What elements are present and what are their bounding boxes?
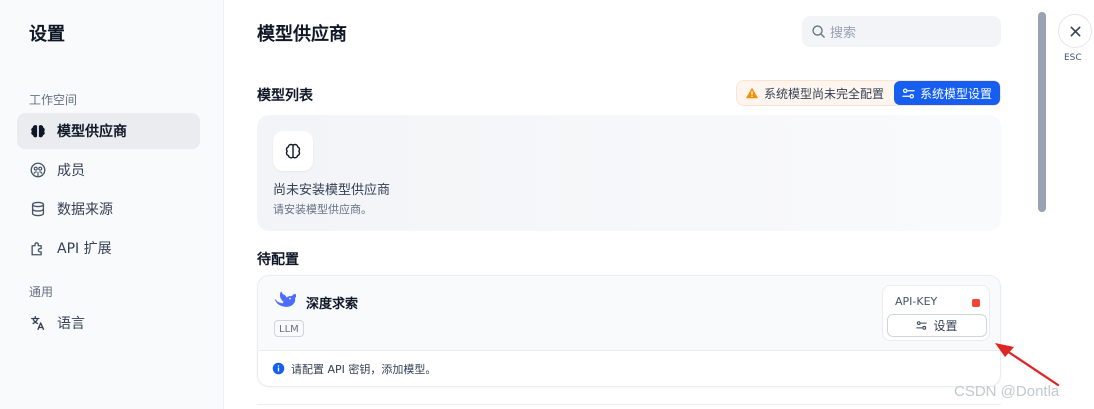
sidebar-item-label: 成员	[57, 163, 85, 179]
sidebar-item-label: API 扩展	[57, 241, 112, 257]
sidebar-item-language[interactable]: 语言	[17, 305, 200, 341]
close-icon	[1070, 26, 1080, 36]
search-icon	[812, 25, 825, 38]
warning-icon	[745, 87, 759, 99]
system-model-settings-button[interactable]: 系统模型设置	[894, 81, 1000, 105]
provider-card-deepseek: 深度求索 LLM API-KEY 设置 请配置 API 密钥，添加模型。	[257, 275, 1001, 387]
sidebar-item-label: 模型供应商	[57, 124, 127, 140]
sidebar-item-model-provider[interactable]: 模型供应商	[17, 113, 200, 149]
sidebar-item-label: 语言	[57, 316, 85, 332]
brain-icon	[31, 125, 45, 138]
deepseek-whale-icon	[274, 291, 296, 307]
esc-hint: ESC	[1064, 53, 1082, 63]
settings-title: 设置	[29, 24, 65, 45]
setup-button-label: 设置	[933, 319, 958, 333]
empty-state-icon-box	[273, 131, 313, 171]
puzzle-icon	[31, 242, 42, 256]
translate-icon	[31, 316, 45, 330]
sidebar-item-api-extension[interactable]: API 扩展	[17, 230, 200, 266]
provider-notice: 请配置 API 密钥，添加模型。	[258, 350, 1000, 386]
sidebar-item-label: 数据来源	[57, 202, 113, 218]
empty-state-card: 尚未安装模型供应商 请安装模型供应商。	[257, 115, 1001, 231]
settings-sliders-icon	[902, 87, 915, 99]
info-icon	[272, 362, 285, 375]
api-key-label: API-KEY	[895, 295, 938, 308]
provider-setup-button[interactable]: 设置	[887, 314, 987, 337]
section-label-workspace: 工作空间	[29, 93, 78, 107]
page-title: 模型供应商	[257, 24, 347, 45]
pending-config-title: 待配置	[257, 252, 299, 268]
api-key-status-indicator	[972, 299, 980, 307]
next-card-edge	[257, 404, 1001, 405]
scrollbar-thumb[interactable]	[1038, 12, 1046, 212]
members-icon	[30, 162, 46, 178]
settings-sidebar: 设置 工作空间 模型供应商 成员 数据来源 API 扩展 通用 语言	[0, 0, 224, 409]
brain-icon	[285, 143, 301, 159]
api-key-panel: API-KEY 设置	[882, 285, 990, 341]
main-content: 模型供应商 搜索 模型列表 系统模型尚未完全配置 系统模型设置 尚未安装模型供应…	[225, 0, 1037, 409]
database-icon	[31, 201, 45, 217]
search-placeholder: 搜索	[830, 26, 857, 41]
settings-sliders-icon	[916, 321, 928, 330]
empty-state-description: 请安装模型供应商。	[273, 203, 372, 216]
section-label-general: 通用	[29, 285, 54, 299]
warning-text: 系统模型尚未完全配置	[764, 86, 885, 101]
model-list-title: 模型列表	[257, 88, 313, 104]
empty-state-title: 尚未安装模型供应商	[273, 183, 391, 198]
provider-name: 深度求索	[306, 297, 359, 312]
close-button[interactable]	[1058, 14, 1092, 48]
provider-type-tag: LLM	[274, 320, 304, 337]
search-input[interactable]: 搜索	[802, 16, 1001, 47]
sidebar-item-members[interactable]: 成员	[17, 152, 200, 188]
system-model-settings-label: 系统模型设置	[919, 86, 992, 101]
provider-notice-text: 请配置 API 密钥，添加模型。	[291, 362, 437, 376]
sidebar-item-data-sources[interactable]: 数据来源	[17, 191, 200, 227]
watermark: CSDN @Dontla	[954, 383, 1060, 400]
